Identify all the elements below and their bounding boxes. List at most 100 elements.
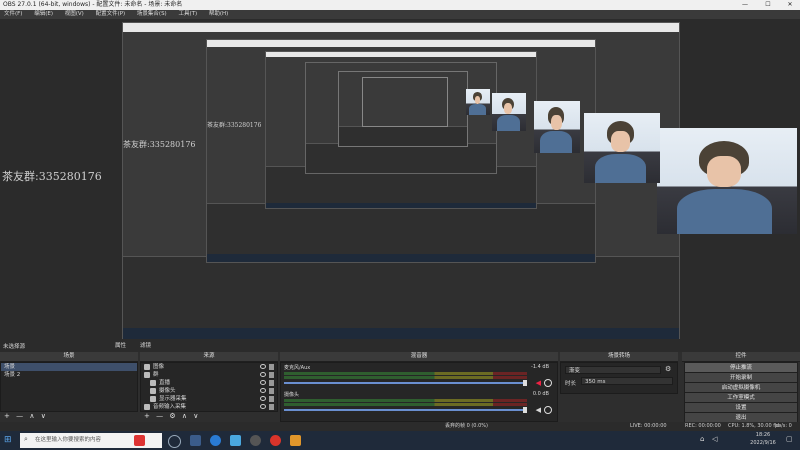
visibility-eye-icon[interactable] [260,404,266,409]
move-up-button[interactable]: ∧ [182,412,187,420]
mixer-dock-title: 混音器 [280,352,558,362]
notification-icon[interactable]: ▢ [786,435,793,443]
monitor-icon [150,396,156,402]
lock-icon[interactable] [269,388,274,394]
lock-icon[interactable] [269,380,274,386]
file-explorer-icon[interactable] [190,435,201,446]
menu-view[interactable]: 视图(V) [65,10,84,19]
camera-feed-2 [584,113,660,183]
menu-file[interactable]: 文件(F) [4,10,22,19]
filters-button[interactable]: 滤镜 [140,341,151,349]
lock-icon[interactable] [269,364,274,370]
visibility-eye-icon[interactable] [260,372,266,377]
scene-item[interactable]: 场景 2 [1,371,137,379]
move-up-button[interactable]: ∧ [29,412,34,420]
move-down-button[interactable]: ∨ [41,412,46,420]
maximize-button[interactable]: ☐ [758,0,778,10]
close-button[interactable]: ✕ [780,0,800,10]
camera-feed-3 [534,101,580,153]
dock-area: 场景 场景 场景 2 + — ∧ ∨ 来源 图像 群 直播 摄像头 显示器采集 … [0,352,800,424]
muted-speaker-icon[interactable]: ◀ [536,379,541,387]
task-view-icon[interactable] [168,435,181,448]
window-title: OBS 27.0.1 (64-bit, windows) - 配置文件: 未命名… [3,1,183,8]
media-app-icon[interactable] [270,435,281,446]
volume-slider-handle[interactable] [523,407,527,413]
visibility-eye-icon[interactable] [260,380,266,385]
gear-icon[interactable] [544,379,552,387]
move-down-button[interactable]: ∨ [193,412,198,420]
visibility-eye-icon[interactable] [260,364,266,369]
source-item[interactable]: 摄像头 [141,387,277,395]
search-highlight-icon [134,435,145,446]
remove-scene-button[interactable]: — [16,412,23,420]
level-meter [284,403,527,406]
add-scene-button[interactable]: + [4,412,10,420]
source-settings-button[interactable]: ⚙ [169,412,175,420]
source-item[interactable]: 显示器采集 [141,395,277,403]
source-item[interactable]: 群 [141,371,277,379]
gear-icon[interactable] [544,406,552,414]
camera-icon [150,388,156,394]
transition-select[interactable]: 渐变 [565,366,661,374]
volume-icon[interactable]: ◁ [712,435,717,443]
scenes-list[interactable]: 场景 场景 2 [0,362,138,412]
remove-source-button[interactable]: — [156,412,163,420]
source-item[interactable]: 直播 [141,379,277,387]
status-bar: 丢弃的帧 0 (0.0%) LIVE: 00:00:00 REC: 00:00:… [0,422,800,431]
title-bar: OBS 27.0.1 (64-bit, windows) - 配置文件: 未命名… [0,0,800,10]
search-icon: ⌕ [24,435,28,443]
controls-panel: 停止推流 开始录制 启动虚拟摄像机 工作室模式 设置 退出 [682,362,800,424]
visibility-eye-icon[interactable] [260,396,266,401]
taskbar-time[interactable]: 18:26 [748,432,778,438]
source-item[interactable]: 图像 [141,363,277,371]
taskbar-date[interactable]: 2022/9/16 [743,440,783,446]
menu-help[interactable]: 帮助(H) [209,10,228,19]
live-indicator: LIVE: 00:00:00 [630,423,667,429]
lock-icon[interactable] [269,396,274,402]
duration-label: 时长 [565,381,577,387]
add-source-button[interactable]: + [144,412,150,420]
properties-button[interactable]: 属性 [115,341,126,349]
camera-feed-5 [466,89,490,115]
level-meter [284,399,527,402]
duration-input[interactable]: 350 ms [581,377,673,385]
preview-area[interactable]: 茶友群:335280176 茶友群:335280176 茶友群:33528017… [0,19,800,339]
edge-browser-icon[interactable] [210,435,221,446]
menu-tools[interactable]: 工具(T) [178,10,197,19]
menu-edit[interactable]: 编辑(E) [34,10,53,19]
volume-slider[interactable] [284,382,527,384]
lock-icon[interactable] [269,404,274,410]
controls-dock-title: 控件 [682,352,800,362]
scene-item[interactable]: 场景 [1,363,137,371]
transitions-panel: 渐变 ⚙ 时长 350 ms [560,362,678,394]
watermark-text: 茶友群:335280176 [2,170,102,183]
source-item[interactable]: 音频输入采集 [141,403,277,411]
nested-capture-6 [362,77,448,127]
speaker-icon[interactable]: ◀ [536,406,541,414]
visibility-eye-icon[interactable] [260,388,266,393]
cpu-usage: CPU: 1.8%, 30.00 fps [728,423,781,429]
windows-start-icon[interactable]: ⊞ [4,435,12,445]
app-icon[interactable] [290,435,301,446]
app-icon[interactable] [230,435,241,446]
level-meter [284,376,527,379]
watermark-text-nested-2: 茶友群:335280176 [207,122,262,129]
lock-icon[interactable] [269,372,274,378]
mixer-track: 麦克风/Aux -1.4 dB ◀ [281,363,557,390]
rec-indicator: REC: 00:00:00 [685,423,721,429]
windows-taskbar: ⊞ 在这里输入你要搜索的内容 ⌕ ⌂ ◁ 18:26 2022/9/16 ▢ [0,431,800,450]
transition-gear-icon[interactable]: ⚙ [665,365,671,373]
sources-list[interactable]: 图像 群 直播 摄像头 显示器采集 音频输入采集 [140,362,278,412]
bitrate: kb/s: 0 [775,423,792,429]
obs-icon[interactable] [250,435,261,446]
network-icon[interactable]: ⌂ [700,435,704,443]
sources-controls: + — ⚙ ∧ ∨ [142,412,200,421]
volume-slider-handle[interactable] [523,380,527,386]
camera-feed-4 [492,93,526,131]
menu-scene-collection[interactable]: 场景集合(S) [137,10,167,19]
menu-profile[interactable]: 配置文件(P) [96,10,126,19]
minimize-button[interactable]: — [735,0,755,10]
scenes-dock-title: 场景 [0,352,138,362]
group-icon [144,372,150,378]
volume-slider[interactable] [284,409,527,411]
